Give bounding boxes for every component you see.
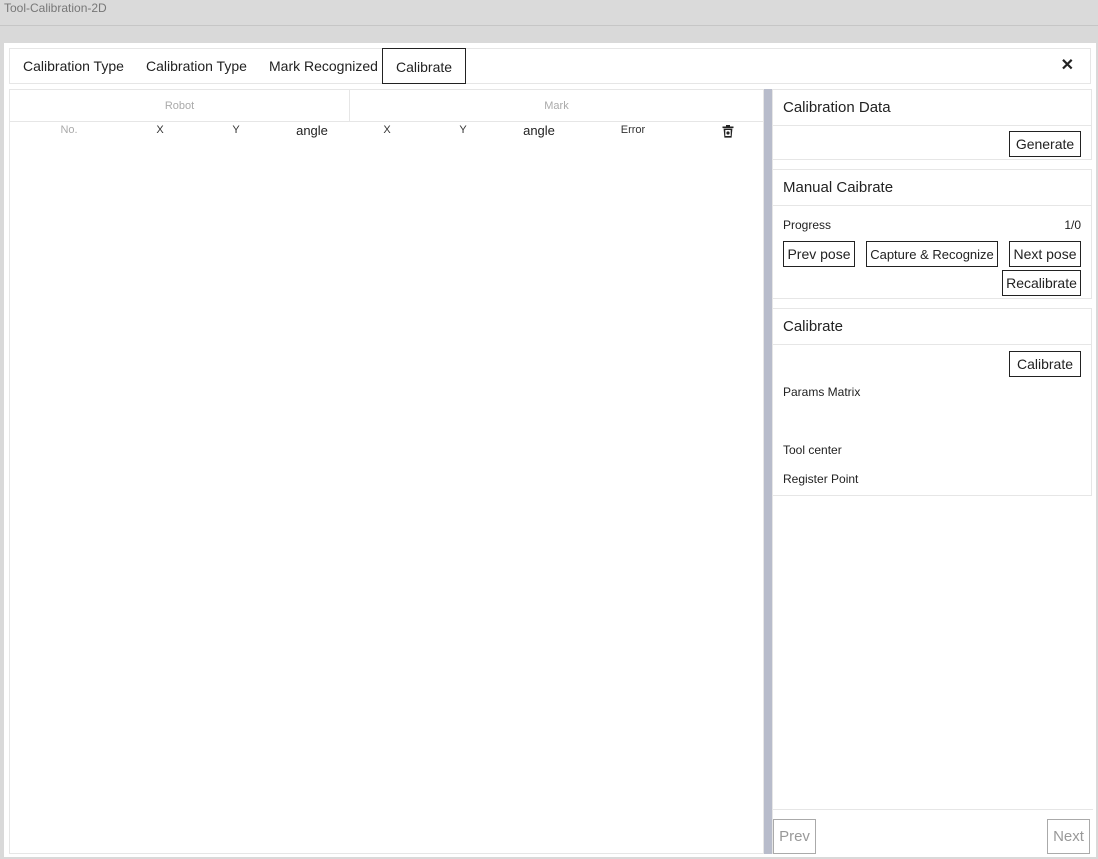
tool-center-label: Tool center <box>783 443 842 457</box>
column-header-mark-y: Y <box>459 124 467 136</box>
recalibrate-button[interactable]: Recalibrate <box>1002 270 1081 296</box>
trash-icon[interactable] <box>722 125 734 138</box>
tab-mark-recognized[interactable]: Mark Recognized <box>269 49 378 83</box>
calibrate-title: Calibrate <box>773 309 1091 345</box>
manual-calibrate-title: Manual Caibrate <box>773 170 1091 206</box>
next-button[interactable]: Next <box>1047 819 1090 854</box>
calibrate-card: Calibrate Calibrate Params Matrix Tool c… <box>773 308 1092 496</box>
window-title: Tool-Calibration-2D <box>4 1 107 15</box>
prev-pose-button[interactable]: Prev pose <box>783 241 855 267</box>
column-header-mark-angle: angle <box>523 123 555 138</box>
calibration-dialog: Calibration Type Calibration Type Mark R… <box>4 43 1096 857</box>
calibrate-button[interactable]: Calibrate <box>1009 351 1081 377</box>
column-header-robot-y: Y <box>232 124 240 136</box>
progress-label: Progress <box>783 218 832 232</box>
params-matrix-label: Params Matrix <box>783 385 861 399</box>
calibration-table: Robot Mark No. X Y angle X Y angle Error <box>9 89 764 854</box>
panel-splitter[interactable] <box>764 89 772 854</box>
prev-button[interactable]: Prev <box>773 819 816 854</box>
manual-calibrate-card: Manual Caibrate Progress 1/0 Prev pose C… <box>773 169 1092 299</box>
tab-calibration-type-1[interactable]: Calibration Type <box>23 49 124 83</box>
column-header-robot-x: X <box>156 124 164 136</box>
calibration-data-title: Calibration Data <box>773 90 1091 126</box>
column-header-robot-angle: angle <box>296 123 328 138</box>
capture-recognize-button[interactable]: Capture & Recognize <box>866 241 998 267</box>
step-tabs: Calibration Type Calibration Type Mark R… <box>9 48 1091 84</box>
mark-group-header: Mark <box>350 90 763 122</box>
next-pose-button[interactable]: Next pose <box>1009 241 1081 267</box>
progress-value: 1/0 <box>1064 218 1081 232</box>
column-header-mark-x: X <box>383 124 391 136</box>
register-point-label: Register Point <box>783 472 859 486</box>
calibration-data-card: Calibration Data Generate <box>773 89 1092 160</box>
window-toolbar-strip <box>0 26 1098 43</box>
generate-button[interactable]: Generate <box>1009 131 1081 157</box>
column-header-error: Error <box>620 124 646 136</box>
tab-calibrate[interactable]: Calibrate <box>382 48 467 84</box>
column-header-no: No. <box>60 124 78 136</box>
robot-group-header: Robot <box>10 90 350 122</box>
close-icon[interactable]: ✕ <box>1061 55 1074 75</box>
tab-calibration-type-2[interactable]: Calibration Type <box>146 49 247 83</box>
footer-divider <box>773 809 1093 810</box>
right-panel: Calibration Data Generate Manual Caibrat… <box>772 89 1093 854</box>
window-titlebar: Tool-Calibration-2D <box>0 0 1098 26</box>
